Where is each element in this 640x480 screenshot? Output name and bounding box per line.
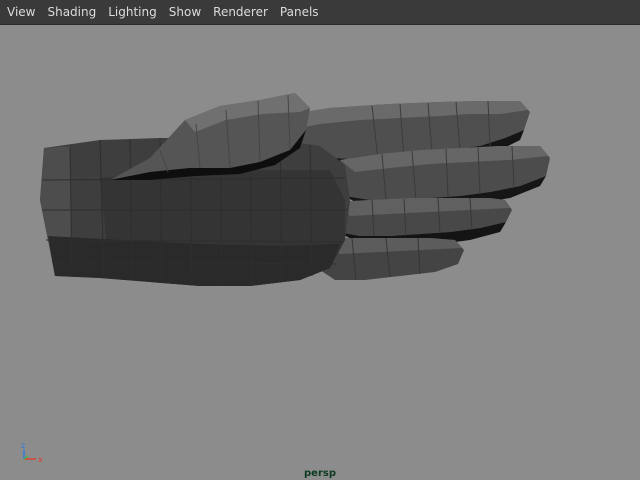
menu-panels[interactable]: Panels <box>274 0 325 24</box>
view-axis-indicator: z x <box>12 439 52 469</box>
menu-lighting[interactable]: Lighting <box>102 0 163 24</box>
camera-name-label: persp <box>304 468 336 479</box>
panel-menu-bar: View Shading Lighting Show Renderer Pane… <box>0 0 640 25</box>
maya-viewport-window: View Shading Lighting Show Renderer Pane… <box>0 0 640 480</box>
menu-view[interactable]: View <box>0 0 41 24</box>
menu-renderer[interactable]: Renderer <box>207 0 274 24</box>
3d-viewport[interactable]: z x persp <box>0 25 640 480</box>
x-axis-label: x <box>38 455 43 464</box>
menu-shading[interactable]: Shading <box>41 0 102 24</box>
menu-show[interactable]: Show <box>163 0 207 24</box>
hand-mesh[interactable] <box>0 25 640 480</box>
z-axis-label: z <box>21 441 25 450</box>
